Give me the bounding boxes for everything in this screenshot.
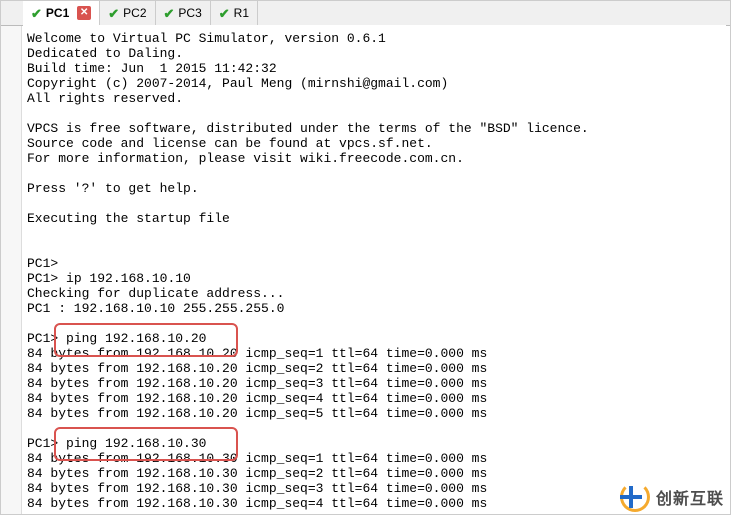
terminal[interactable]: Welcome to Virtual PC Simulator, version… [23,25,726,512]
check-icon: ✔ [219,7,230,20]
tab-label: R1 [234,6,249,20]
watermark: 创新互联 [620,482,724,512]
tab-r1[interactable]: ✔ R1 [211,1,258,26]
tab-label: PC3 [178,6,201,20]
tab-pc1[interactable]: ✔ PC1 ✕ [23,1,100,26]
tab-pc2[interactable]: ✔ PC2 [100,1,155,26]
check-icon: ✔ [164,7,175,20]
app-window: ✔ PC1 ✕ ✔ PC2 ✔ PC3 ✔ R1 Welcome to Virt… [0,0,731,515]
tab-strip: ✔ PC1 ✕ ✔ PC2 ✔ PC3 ✔ R1 [1,1,730,26]
close-icon[interactable]: ✕ [77,6,91,20]
tab-label: PC2 [123,6,146,20]
side-panel [1,1,22,514]
check-icon: ✔ [31,7,42,20]
watermark-icon [620,482,650,512]
tab-pc3[interactable]: ✔ PC3 [156,1,211,26]
terminal-output: Welcome to Virtual PC Simulator, version… [23,25,726,512]
check-icon: ✔ [108,7,119,20]
tab-label: PC1 [46,6,69,20]
watermark-text: 创新互联 [656,485,724,509]
